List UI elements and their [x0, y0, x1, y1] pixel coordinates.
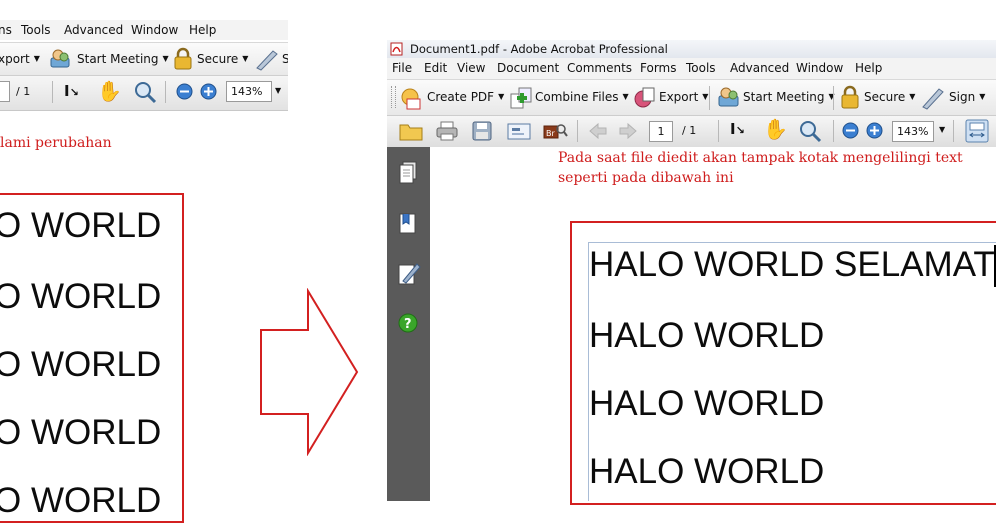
right-annotation-line: seperti pada dibawah ini: [558, 170, 734, 186]
export-icon: [634, 87, 655, 108]
start-meeting-button[interactable]: Start Meeting ▼: [743, 90, 835, 104]
page-number-input[interactable]: 1: [649, 121, 673, 142]
zoom-input[interactable]: 143%: [892, 121, 934, 142]
right-annotation: Pada saat file diedit akan tampak kotak …: [558, 148, 963, 188]
hand-icon[interactable]: ✋: [97, 79, 122, 103]
hand-icon[interactable]: ✋: [763, 117, 788, 141]
menu-view[interactable]: View: [457, 61, 485, 75]
left-nav-toolbar: / 1 I↘ ✋ 143% ▼: [0, 76, 288, 111]
right-annotation-line: Pada saat file diedit akan tampak kotak …: [558, 150, 963, 166]
arrow-right-icon: [260, 288, 359, 456]
lock-icon: [841, 85, 859, 109]
zoom-in-icon[interactable]: [200, 83, 217, 100]
sign-button[interactable]: S: [282, 52, 288, 66]
left-text-line: O WORLD: [0, 413, 162, 452]
save-icon[interactable]: [471, 120, 493, 142]
zoom-dropdown-caret[interactable]: ▼: [939, 125, 945, 134]
start-meeting-button[interactable]: Start Meeting ▼: [77, 52, 169, 66]
menu-window[interactable]: Window: [796, 61, 843, 75]
zoom-out-icon[interactable]: [176, 83, 193, 100]
email-icon[interactable]: [506, 121, 532, 141]
left-text-line: O WORLD: [0, 345, 162, 384]
window-title: Document1.pdf - Adobe Acrobat Profession…: [410, 42, 668, 56]
sign-pen-icon: [922, 88, 944, 110]
folder-icon[interactable]: [398, 120, 424, 142]
export-button[interactable]: xport ▼: [0, 52, 40, 66]
page-total: / 1: [16, 85, 31, 98]
start-meeting-icon: [718, 87, 739, 107]
signatures-icon[interactable]: [397, 261, 421, 287]
arrow-down-icon[interactable]: [619, 123, 637, 139]
bookmarks-icon[interactable]: [398, 212, 418, 236]
left-text-line: O WORLD: [0, 277, 162, 316]
navigation-pane: ?: [387, 147, 430, 501]
help-icon[interactable]: ?: [397, 312, 419, 334]
left-text-line: O WORLD: [0, 206, 162, 245]
bridge-icon[interactable]: Br: [542, 121, 568, 141]
secure-button[interactable]: Secure ▼: [864, 90, 915, 104]
select-text-icon[interactable]: I↘: [730, 120, 745, 138]
menu-advanced[interactable]: Advanced: [730, 61, 789, 75]
menu-document[interactable]: Document: [497, 61, 559, 75]
combine-files-button[interactable]: Combine Files ▼: [535, 90, 629, 104]
left-title-strip: [0, 0, 288, 20]
lock-icon: [174, 47, 192, 70]
secure-button[interactable]: Secure ▼: [197, 52, 248, 66]
arrow-up-icon[interactable]: [589, 123, 607, 139]
export-button[interactable]: Export ▼: [659, 90, 708, 104]
left-task-toolbar: xport ▼ Start Meeting ▼ Secure ▼ S: [0, 42, 288, 76]
zoom-in-icon[interactable]: [866, 122, 883, 139]
select-text-icon[interactable]: I↘: [64, 82, 79, 100]
menu-help[interactable]: Help: [855, 61, 882, 75]
right-text-line[interactable]: HALO WORLD: [589, 385, 824, 423]
sign-button[interactable]: Sign ▼: [949, 90, 985, 104]
menu-help[interactable]: Help: [189, 23, 216, 37]
fit-page-icon[interactable]: [965, 119, 989, 143]
left-annotation: lami perubahan: [0, 135, 112, 151]
create-pdf-icon: [401, 88, 421, 110]
pdf-file-icon: [390, 42, 403, 56]
menu-comments[interactable]: Comments: [567, 61, 632, 75]
right-text-line[interactable]: HALO WORLD: [589, 453, 824, 491]
combine-files-icon: [510, 87, 532, 109]
zoom-input[interactable]: 143%: [226, 81, 272, 102]
menu-window[interactable]: Window: [131, 23, 178, 37]
pages-icon[interactable]: [398, 161, 418, 185]
menu-forms[interactable]: ns: [0, 23, 12, 37]
left-acrobat-window: ns Tools Advanced Window Help xport ▼ Sta…: [0, 0, 288, 112]
print-icon[interactable]: [435, 120, 459, 142]
right-text-line[interactable]: HALO WORLD: [589, 317, 824, 355]
toolbar-grip[interactable]: [391, 86, 396, 108]
create-pdf-button[interactable]: Create PDF ▼: [427, 90, 504, 104]
task-toolbar: Create PDF ▼ Combine Files ▼ Export ▼ Start…: [387, 80, 996, 116]
page-total: / 1: [682, 124, 697, 137]
zoom-out-icon[interactable]: [842, 122, 859, 139]
left-text-line: O WORLD: [0, 481, 162, 520]
menu-tools[interactable]: Tools: [686, 61, 716, 75]
menu-bar: File Edit View Document Comments Forms T…: [387, 58, 996, 80]
menu-edit[interactable]: Edit: [424, 61, 447, 75]
left-menu-bar: ns Tools Advanced Window Help: [0, 20, 288, 40]
menu-advanced[interactable]: Advanced: [64, 23, 123, 37]
nav-toolbar: Br 1 / 1 I↘ ✋ 143% ▼: [387, 116, 996, 148]
sign-pen-icon: [256, 50, 278, 71]
menu-tools[interactable]: Tools: [21, 23, 51, 37]
zoom-icon[interactable]: [798, 119, 822, 143]
svg-text:?: ?: [404, 317, 412, 332]
right-text-line[interactable]: HALO WORLD SELAMAT: [589, 246, 995, 284]
zoom-dropdown-caret[interactable]: ▼: [275, 86, 281, 95]
menu-file[interactable]: File: [392, 61, 412, 75]
start-meeting-icon: [50, 49, 70, 68]
svg-text:Br: Br: [546, 129, 555, 138]
zoom-icon[interactable]: [133, 80, 157, 104]
title-bar: Document1.pdf - Adobe Acrobat Profession…: [387, 40, 996, 58]
page-number-input[interactable]: [0, 81, 10, 102]
menu-forms[interactable]: Forms: [640, 61, 676, 75]
